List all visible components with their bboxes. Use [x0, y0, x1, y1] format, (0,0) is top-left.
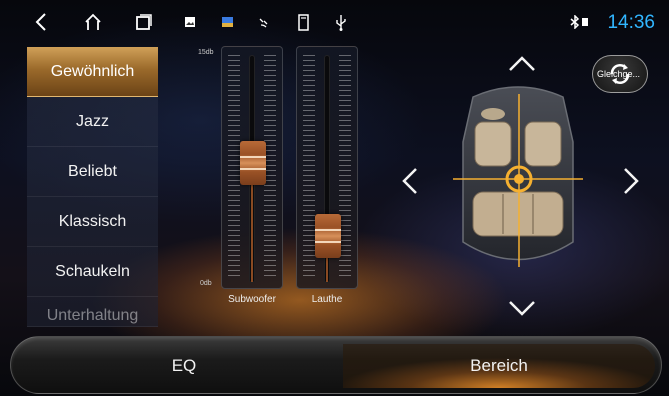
scale-top-label: 15db: [198, 49, 214, 56]
usb-icon: [334, 12, 348, 32]
scale-bottom-label: 0db: [200, 280, 212, 287]
bluetooth-icon: [569, 14, 591, 32]
subwoofer-slider-knob[interactable]: [240, 140, 266, 185]
preset-unterhaltung[interactable]: Unterhaltung: [27, 297, 158, 327]
status-bar: 14:36: [0, 0, 669, 44]
bottom-tab-bar: EQ Bereich: [10, 336, 662, 394]
preset-gewoehnlich[interactable]: Gewöhnlich: [27, 47, 158, 97]
tab-eq[interactable]: EQ: [19, 344, 349, 388]
recent-apps-icon[interactable]: [133, 12, 155, 32]
lauthe-label: Lauthe: [311, 294, 343, 305]
balance-button-label: Gleichge...: [597, 69, 641, 79]
image-icon: [220, 12, 234, 32]
preset-beliebt[interactable]: Beliebt: [27, 147, 158, 197]
sd-card-icon: [296, 12, 310, 32]
slider-ticks-left: [228, 55, 240, 280]
arrow-up-icon[interactable]: [505, 50, 539, 78]
car-sound-field[interactable]: [453, 82, 583, 272]
preset-schaukeln[interactable]: Schaukeln: [27, 247, 158, 297]
arrow-left-icon[interactable]: [396, 163, 424, 199]
eq-preset-list[interactable]: Gewöhnlich Jazz Beliebt Klassisch Schauk…: [27, 47, 158, 327]
preset-jazz[interactable]: Jazz: [27, 97, 158, 147]
satellite-icon: [257, 12, 271, 32]
clock: 14:36: [607, 12, 655, 33]
gallery-icon: [183, 12, 197, 32]
balance-reset-button[interactable]: Gleichge...: [592, 55, 648, 93]
preset-klassisch[interactable]: Klassisch: [27, 197, 158, 247]
lauthe-slider-knob[interactable]: [315, 214, 341, 259]
tab-bereich[interactable]: Bereich: [343, 344, 655, 388]
back-icon[interactable]: [32, 12, 50, 32]
home-icon[interactable]: [82, 12, 104, 32]
arrow-right-icon[interactable]: [617, 163, 645, 199]
screen: 14:36 Gewöhnlich Jazz Beliebt Klassisch …: [0, 0, 669, 396]
lauthe-slider[interactable]: [296, 46, 358, 289]
slider-ticks-left: [303, 55, 315, 280]
arrow-down-icon[interactable]: [505, 294, 539, 322]
subwoofer-slider[interactable]: [221, 46, 283, 289]
subwoofer-label: Subwoofer: [228, 294, 276, 305]
